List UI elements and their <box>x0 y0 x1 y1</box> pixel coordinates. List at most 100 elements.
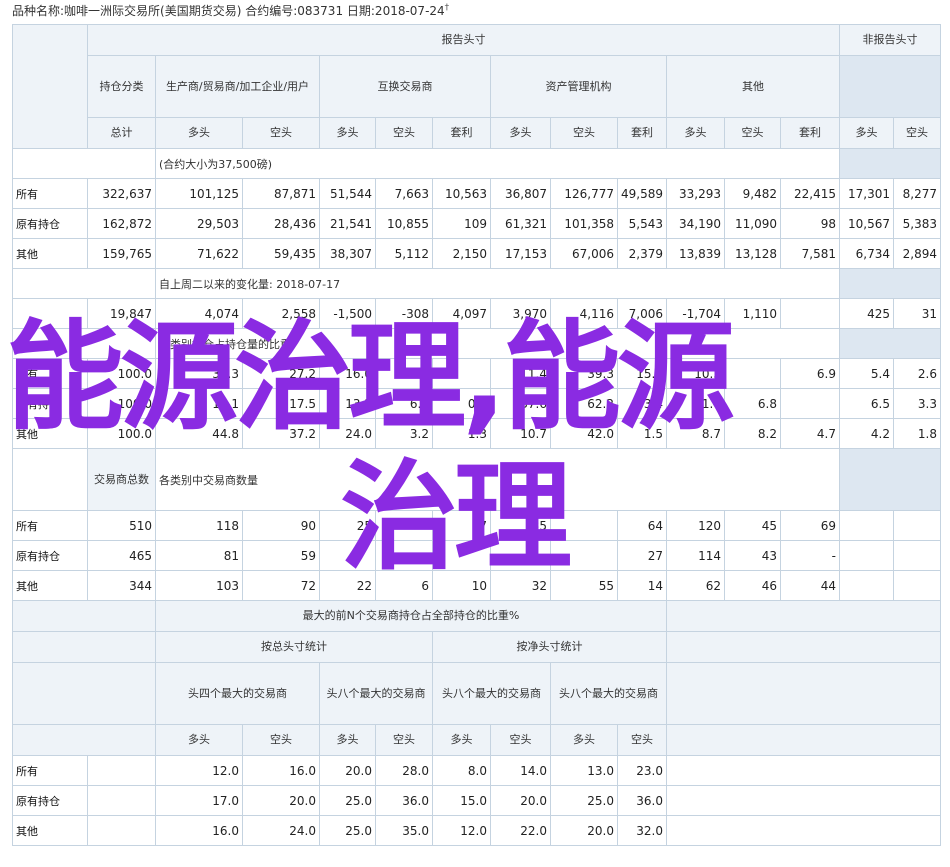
cot-report-table: 报告头寸 非报告头寸 持仓分类 生产商/贸易商/加工企业/用户 互换交易商 资产管理机构其… <box>12 24 941 846</box>
shaded-cell <box>839 268 941 299</box>
value-cell: 28.0 <box>375 755 433 786</box>
value-cell: 100.0 <box>87 418 156 449</box>
value-cell: 13,128 <box>724 238 781 269</box>
open-interest-note-row: (合约大小为37,500磅) <box>12 148 941 179</box>
value-cell: 17.0 <box>155 785 243 816</box>
concentration-row: 原有持仓 17.0 20.0 25.0 36.0 15.0 20.0 25.0 36.0 <box>12 785 941 816</box>
value-cell <box>839 570 894 601</box>
row-label: 原有持仓 <box>12 540 88 571</box>
value-cell: 90 <box>242 510 320 541</box>
report-caption: 品种名称:咖啡一洲际交易所(美国期货交易) 合约编号:083731 日期:201… <box>12 2 449 19</box>
value-cell: 10 <box>432 570 491 601</box>
traders-note: 各类别中交易商数量 <box>155 448 840 511</box>
row-label: 所有 <box>12 510 88 541</box>
blank-header <box>12 600 156 632</box>
long-header: 多头 <box>319 117 376 149</box>
caption-text: 品种名称:咖啡一洲际交易所(美国期货交易) 合约编号:083731 日期:201… <box>12 4 445 18</box>
percent-row: 所有 100.0 31.3 27.2 16.0 2.4 11.4 39.3 15.4 10.3 6.… <box>12 358 941 389</box>
shaded-cell <box>839 328 941 359</box>
value-cell: 100.0 <box>87 388 156 419</box>
concentration-title-row: 最大的前N个交易商持仓占全部持仓的比重% <box>12 600 941 632</box>
header-row-2: 持仓分类 生产商/贸易商/加工企业/用户 互换交易商 资产管理机构 其他 <box>13 55 941 118</box>
value-cell: 24.0 <box>242 815 320 846</box>
concentration-group-row: 按总头寸统计 按净头寸统计 <box>12 631 941 663</box>
value-cell: - <box>780 540 840 571</box>
value-cell: 25.0 <box>319 785 376 816</box>
value-cell: 87,871 <box>242 178 320 209</box>
producer-header: 生产商/贸易商/加工企业/用户 <box>155 55 320 118</box>
managed-money-header: 资产管理机构 <box>490 55 667 118</box>
gross-top8-header: 头八个最大的交易商 <box>319 662 433 725</box>
value-cell <box>432 358 491 389</box>
concentration-top-row: 头四个最大的交易商 头八个最大的交易商 头八个最大的交易商 头八个最大的交易商 <box>12 662 941 725</box>
value-cell: 5,543 <box>617 208 667 239</box>
value-cell: 71,622 <box>155 238 243 269</box>
value-cell: 6 <box>375 570 433 601</box>
value-cell: 38,307 <box>319 238 376 269</box>
caption-mark: † <box>444 3 450 13</box>
value-cell: 0.1 <box>432 388 491 419</box>
short-header: 空头 <box>242 117 320 149</box>
value-cell: 7,006 <box>617 298 667 329</box>
row-label: 原有持仓 <box>12 208 88 239</box>
concentration-longshort-row: 多头 空头 多头 空头 多头 空头 多头 空头 <box>12 724 941 756</box>
contract-size-note: (合约大小为37,500磅) <box>155 148 840 179</box>
value-cell <box>87 755 156 786</box>
value-cell: 15.0 <box>432 785 491 816</box>
changes-row: 19,847 4,074 2,558 -1,500 -308 4,097 3,970 4,11… <box>12 298 941 329</box>
value-cell: 101,125 <box>155 178 243 209</box>
traders-row: 所有 510 118 90 25 17 35 64 120 45 69 <box>12 510 941 541</box>
long-header: 多头 <box>666 117 725 149</box>
row-label: 所有 <box>12 755 88 786</box>
shaded-cell <box>839 148 941 179</box>
value-cell: 36.0 <box>375 785 433 816</box>
value-cell: 33,293 <box>666 178 725 209</box>
value-cell: 67,006 <box>550 238 618 269</box>
open-interest-row: 其他 159,765 71,622 59,435 38,307 5,112 2,150 17,… <box>12 238 941 269</box>
value-cell: 20.0 <box>550 815 618 846</box>
value-cell: -1,500 <box>319 298 376 329</box>
long-header: 多头 <box>155 724 243 756</box>
value-cell <box>893 540 941 571</box>
value-cell: 322,637 <box>87 178 156 209</box>
blank-header <box>666 631 941 663</box>
short-header: 空头 <box>617 724 667 756</box>
value-cell: 2,150 <box>432 238 491 269</box>
value-cell: 19,847 <box>87 298 156 329</box>
value-cell: 4.7 <box>780 418 840 449</box>
value-cell: 69 <box>780 510 840 541</box>
value-cell: 6,734 <box>839 238 894 269</box>
value-cell: 15.4 <box>617 358 667 389</box>
row-label: 所有 <box>12 178 88 209</box>
net-top8-header: 头八个最大的交易商 <box>550 662 667 725</box>
gross-header: 按总头寸统计 <box>155 631 433 663</box>
blank-header <box>12 724 156 756</box>
value-cell: 16.0 <box>155 815 243 846</box>
value-cell: 3.4 <box>617 388 667 419</box>
value-cell: 45 <box>724 510 781 541</box>
row-label: 原有持仓 <box>12 785 88 816</box>
value-cell: 16.0 <box>242 755 320 786</box>
value-cell: 6.8 <box>724 388 781 419</box>
value-cell <box>375 540 433 571</box>
value-cell: 11.4 <box>490 358 551 389</box>
value-cell <box>666 755 941 786</box>
value-cell: 39.3 <box>550 358 618 389</box>
long-header: 多头 <box>319 724 376 756</box>
value-cell <box>780 388 840 419</box>
traders-total-header: 交易商总数 <box>87 448 156 511</box>
value-cell: 5.4 <box>839 358 894 389</box>
value-cell: 27 <box>617 540 667 571</box>
other-reportable-header: 其他 <box>666 55 840 118</box>
value-cell: 17 <box>432 510 491 541</box>
blank-header <box>12 631 156 663</box>
short-header: 空头 <box>490 724 551 756</box>
value-cell: 10.7 <box>490 418 551 449</box>
value-cell: 32 <box>490 570 551 601</box>
blank-cell <box>12 328 156 359</box>
value-cell <box>893 510 941 541</box>
value-cell: 10,567 <box>839 208 894 239</box>
value-cell: 465 <box>87 540 156 571</box>
value-cell: 3.3 <box>893 388 941 419</box>
value-cell <box>724 358 781 389</box>
